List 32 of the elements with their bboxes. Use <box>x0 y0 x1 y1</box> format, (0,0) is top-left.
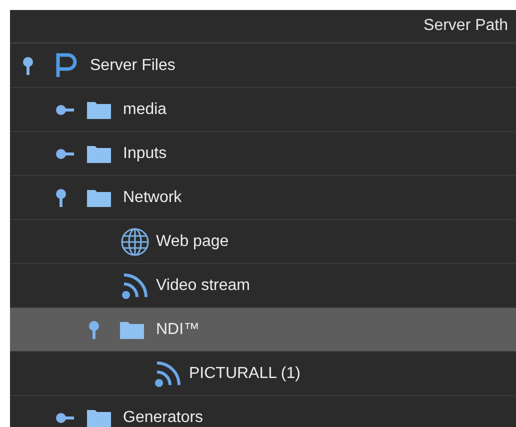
tree-item-label: Server Files <box>90 56 176 74</box>
tree-row[interactable]: NDI™ <box>10 308 516 352</box>
folder-icon <box>87 144 111 162</box>
tree-item-label: Video stream <box>156 276 250 294</box>
tree-row[interactable]: media <box>10 88 516 132</box>
tree-row[interactable]: Web page <box>10 220 516 264</box>
tree-row[interactable]: Generators <box>10 396 516 427</box>
collapsed-pin-icon[interactable] <box>55 412 77 424</box>
tree-item-label: PICTURALL (1) <box>189 364 300 382</box>
tree-item-label: media <box>123 100 167 118</box>
tree-row[interactable]: PICTURALL (1) <box>10 352 516 396</box>
expanded-pin-icon[interactable] <box>22 56 34 76</box>
expanded-pin-icon[interactable] <box>88 320 100 340</box>
expanded-pin-icon[interactable] <box>55 188 67 208</box>
column-header[interactable]: Server Path <box>424 17 508 35</box>
globe-icon <box>120 226 150 256</box>
collapsed-pin-icon[interactable] <box>55 104 77 116</box>
stream-icon <box>153 358 183 388</box>
tree-row[interactable]: Server Files <box>10 44 516 88</box>
folder-icon <box>87 188 111 206</box>
stream-icon <box>120 270 150 300</box>
tree-item-label: NDI™ <box>156 320 200 338</box>
tree-item-label: Network <box>123 188 182 206</box>
tree-row[interactable]: Network <box>10 176 516 220</box>
folder-icon <box>120 320 144 338</box>
folder-icon <box>87 408 111 426</box>
tree-row[interactable]: Inputs <box>10 132 516 176</box>
collapsed-pin-icon[interactable] <box>55 148 77 160</box>
tree-item-label: Web page <box>156 232 229 250</box>
folder-icon <box>87 100 111 118</box>
tree-item-label: Inputs <box>123 144 167 162</box>
tree-item-label: Generators <box>123 408 204 426</box>
